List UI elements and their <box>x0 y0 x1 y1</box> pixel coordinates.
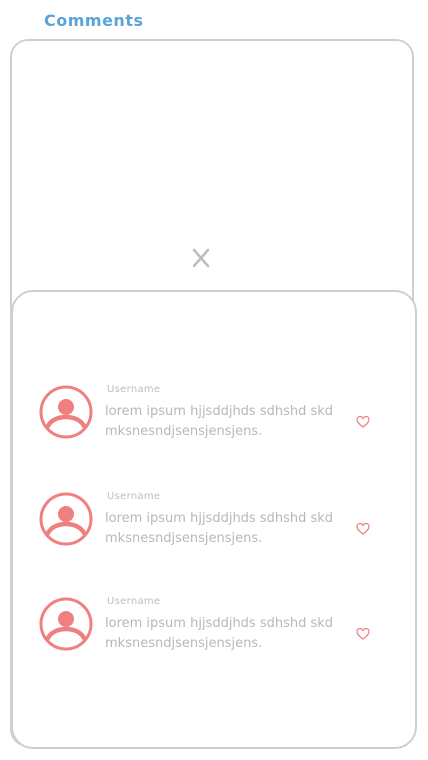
user-avatar-icon[interactable] <box>38 491 94 547</box>
heart-icon[interactable] <box>356 415 370 429</box>
comment-username[interactable]: Username <box>107 384 160 395</box>
comment-text: lorem ipsum hjjsddjhds sdhshd skdmksnesn… <box>105 404 334 439</box>
heart-icon[interactable] <box>356 522 370 536</box>
comment-text: lorem ipsum hjjsddjhds sdhshd skdmksnesn… <box>105 511 334 546</box>
close-icon[interactable] <box>189 246 213 270</box>
comment-username[interactable]: Username <box>107 491 160 502</box>
user-avatar-icon[interactable] <box>38 384 94 440</box>
comment-item: Username lorem ipsum hjjsddjhds sdhshd s… <box>13 491 415 561</box>
comment-username[interactable]: Username <box>107 596 160 607</box>
page-title: Comments <box>44 11 144 30</box>
heart-icon[interactable] <box>356 627 370 641</box>
comment-item: Username lorem ipsum hjjsddjhds sdhshd s… <box>13 384 415 454</box>
comment-item: Username lorem ipsum hjjsddjhds sdhshd s… <box>13 596 415 666</box>
comments-sheet: Username lorem ipsum hjjsddjhds sdhshd s… <box>11 290 417 749</box>
comment-text: lorem ipsum hjjsddjhds sdhshd skdmksnesn… <box>105 616 334 651</box>
user-avatar-icon[interactable] <box>38 596 94 652</box>
